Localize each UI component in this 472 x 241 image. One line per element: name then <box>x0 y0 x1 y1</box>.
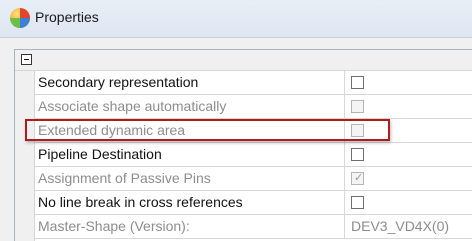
property-row-master-shape: Master-Shape (Version): DEV3_VD4X(0) <box>35 215 472 239</box>
column-divider <box>344 143 345 166</box>
property-row-secondary-representation: Secondary representation <box>35 71 472 95</box>
check-mark-icon: ✓ <box>354 172 364 184</box>
app-logo-icon <box>10 8 30 28</box>
column-divider <box>344 95 345 118</box>
property-row-pipeline-destination: Pipeline Destination <box>35 143 472 167</box>
property-label: No line break in cross references <box>38 194 243 210</box>
no-line-break-checkbox[interactable] <box>351 196 364 209</box>
property-row-associate-shape: Associate shape automatically <box>35 95 472 119</box>
assignment-passive-pins-checkbox[interactable]: ✓ <box>351 172 364 185</box>
column-divider <box>344 167 345 190</box>
properties-window: Properties Secondary representation Asso… <box>0 0 472 241</box>
collapse-minus-icon[interactable] <box>21 54 32 65</box>
property-row-no-line-break: No line break in cross references <box>35 191 472 215</box>
property-label: Secondary representation <box>38 74 199 90</box>
property-label: Associate shape automatically <box>38 98 227 114</box>
property-label: Master-Shape (Version): <box>38 218 190 234</box>
window-title: Properties <box>35 9 99 25</box>
property-label: Assignment of Passive Pins <box>38 170 211 186</box>
property-label: Pipeline Destination <box>38 146 162 162</box>
column-divider <box>344 71 345 94</box>
grid-gutter <box>15 71 35 241</box>
associate-shape-checkbox[interactable] <box>351 100 364 113</box>
title-bar[interactable]: Properties <box>0 0 472 38</box>
master-shape-value[interactable]: DEV3_VD4X(0) <box>351 218 449 235</box>
column-divider <box>344 215 345 238</box>
category-header <box>15 50 472 71</box>
property-grid: Secondary representation Associate shape… <box>14 49 472 241</box>
property-row-assignment-passive-pins: Assignment of Passive Pins ✓ <box>35 167 472 191</box>
secondary-representation-checkbox[interactable] <box>351 76 364 89</box>
pipeline-destination-checkbox[interactable] <box>351 148 364 161</box>
column-divider <box>344 191 345 214</box>
highlight-annotation <box>25 119 390 141</box>
